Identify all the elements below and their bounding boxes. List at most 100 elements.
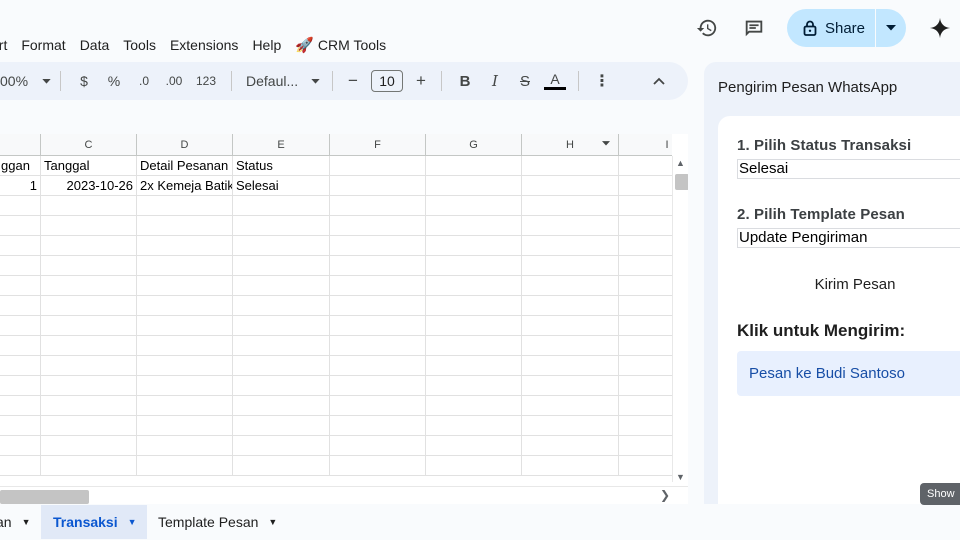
grid-cell[interactable] bbox=[426, 156, 522, 176]
grid-cell[interactable] bbox=[137, 376, 233, 396]
vertical-scrollbar[interactable]: ▲ ▼ bbox=[672, 156, 688, 482]
comments-button[interactable] bbox=[736, 10, 772, 46]
grid-cell[interactable] bbox=[522, 396, 619, 416]
grid-cell[interactable] bbox=[522, 356, 619, 376]
message-link[interactable]: Pesan ke Budi Santoso bbox=[737, 351, 960, 396]
grid-cell[interactable] bbox=[330, 336, 426, 356]
version-history-button[interactable] bbox=[689, 10, 725, 46]
grid-cell[interactable] bbox=[137, 256, 233, 276]
grid-cell[interactable] bbox=[233, 256, 330, 276]
grid-cell[interactable] bbox=[233, 196, 330, 216]
grid-cell[interactable] bbox=[41, 456, 137, 476]
grid-cell[interactable] bbox=[137, 456, 233, 476]
grid-cell[interactable] bbox=[41, 196, 137, 216]
grid-cell[interactable] bbox=[0, 356, 41, 376]
grid-cell[interactable] bbox=[137, 196, 233, 216]
grid-cell[interactable] bbox=[522, 156, 619, 176]
sheet-tab-template-pesan[interactable]: Template Pesan ▼ bbox=[158, 505, 277, 539]
column-header-h[interactable]: H bbox=[522, 134, 619, 156]
grid-cell[interactable] bbox=[426, 336, 522, 356]
grid-cell[interactable] bbox=[0, 256, 41, 276]
grid-cell[interactable] bbox=[137, 336, 233, 356]
grid-cell[interactable] bbox=[330, 396, 426, 416]
scroll-down-icon[interactable]: ▼ bbox=[676, 472, 685, 482]
grid-cell[interactable] bbox=[41, 276, 137, 296]
send-message-button[interactable]: Kirim Pesan bbox=[737, 276, 960, 293]
grid-cell[interactable] bbox=[41, 396, 137, 416]
grid-cell[interactable] bbox=[426, 236, 522, 256]
grid-cell[interactable] bbox=[522, 316, 619, 336]
grid-cell[interactable]: 1 bbox=[0, 176, 41, 196]
grid-cell[interactable] bbox=[330, 156, 426, 176]
grid-cell[interactable] bbox=[522, 216, 619, 236]
grid-cell[interactable] bbox=[41, 256, 137, 276]
grid-cell[interactable] bbox=[522, 376, 619, 396]
grid-cell[interactable] bbox=[41, 296, 137, 316]
grid-cell[interactable] bbox=[0, 296, 41, 316]
column-header-b[interactable] bbox=[0, 134, 41, 156]
grid-cell[interactable]: ggan bbox=[0, 156, 41, 176]
grid-cell[interactable] bbox=[0, 456, 41, 476]
grid-cell[interactable] bbox=[330, 196, 426, 216]
grid-cell[interactable] bbox=[330, 296, 426, 316]
template-select[interactable]: Update Pengiriman bbox=[737, 228, 960, 248]
grid-cell[interactable] bbox=[0, 416, 41, 436]
column-header-g[interactable]: G bbox=[426, 134, 522, 156]
grid-cell[interactable] bbox=[233, 216, 330, 236]
grid-cell[interactable] bbox=[522, 196, 619, 216]
menu-format[interactable]: Format bbox=[14, 37, 72, 53]
grid-cell[interactable] bbox=[330, 236, 426, 256]
grid-cell[interactable] bbox=[426, 216, 522, 236]
grid-cell[interactable] bbox=[522, 276, 619, 296]
grid-cell[interactable] bbox=[233, 236, 330, 256]
grid-cell[interactable] bbox=[137, 396, 233, 416]
grid-cell[interactable] bbox=[0, 276, 41, 296]
caret-down-icon[interactable] bbox=[602, 141, 610, 146]
grid-cell[interactable] bbox=[0, 216, 41, 236]
grid-cell[interactable] bbox=[41, 336, 137, 356]
horizontal-scroll-thumb[interactable] bbox=[0, 490, 89, 504]
caret-down-icon[interactable]: ▼ bbox=[268, 517, 277, 527]
grid-cell[interactable] bbox=[41, 436, 137, 456]
grid-cell[interactable] bbox=[522, 236, 619, 256]
grid-cell[interactable] bbox=[330, 416, 426, 436]
more-options-button[interactable]: ⋮ bbox=[587, 67, 617, 95]
grid-cell[interactable] bbox=[330, 376, 426, 396]
grid-cell[interactable] bbox=[41, 356, 137, 376]
sheet-tab-pelanggan[interactable]: an ▼ bbox=[0, 505, 31, 539]
grid-cell[interactable] bbox=[522, 296, 619, 316]
grid-cell[interactable] bbox=[426, 416, 522, 436]
strikethrough-button[interactable]: S bbox=[510, 67, 540, 95]
grid-cell[interactable] bbox=[522, 456, 619, 476]
text-color-button[interactable]: A bbox=[540, 67, 570, 95]
grid-cell[interactable] bbox=[233, 376, 330, 396]
grid-cell[interactable] bbox=[330, 216, 426, 236]
grid-cell[interactable] bbox=[41, 216, 137, 236]
grid-cell[interactable] bbox=[41, 316, 137, 336]
share-button[interactable]: Share bbox=[787, 9, 875, 47]
grid-cell[interactable] bbox=[426, 316, 522, 336]
decrease-decimal-button[interactable]: .0 bbox=[129, 67, 159, 95]
grid-cell[interactable] bbox=[426, 356, 522, 376]
menu-data[interactable]: Data bbox=[73, 37, 117, 53]
grid-cell[interactable]: Detail Pesanan bbox=[137, 156, 233, 176]
grid-cell[interactable] bbox=[233, 296, 330, 316]
grid-cell[interactable] bbox=[0, 336, 41, 356]
vertical-scroll-thumb[interactable] bbox=[675, 174, 688, 190]
grid-cell[interactable] bbox=[330, 316, 426, 336]
grid-cell[interactable] bbox=[426, 176, 522, 196]
grid-cell[interactable]: Status bbox=[233, 156, 330, 176]
grid-cell[interactable] bbox=[0, 396, 41, 416]
grid-cell[interactable] bbox=[137, 296, 233, 316]
menu-extensions[interactable]: Extensions bbox=[163, 37, 245, 53]
grid-cell[interactable] bbox=[0, 436, 41, 456]
grid-cell[interactable]: Selesai bbox=[233, 176, 330, 196]
grid-cell[interactable] bbox=[426, 276, 522, 296]
grid-cell[interactable] bbox=[330, 276, 426, 296]
grid-cell[interactable]: 2x Kemeja Batik bbox=[137, 176, 233, 196]
status-select[interactable]: Selesai bbox=[737, 159, 960, 179]
menu-crm-tools[interactable]: 🚀 CRM Tools bbox=[288, 36, 393, 54]
grid-cell[interactable] bbox=[137, 436, 233, 456]
grid-cell[interactable] bbox=[330, 176, 426, 196]
font-size-input[interactable]: 10 bbox=[371, 70, 403, 92]
